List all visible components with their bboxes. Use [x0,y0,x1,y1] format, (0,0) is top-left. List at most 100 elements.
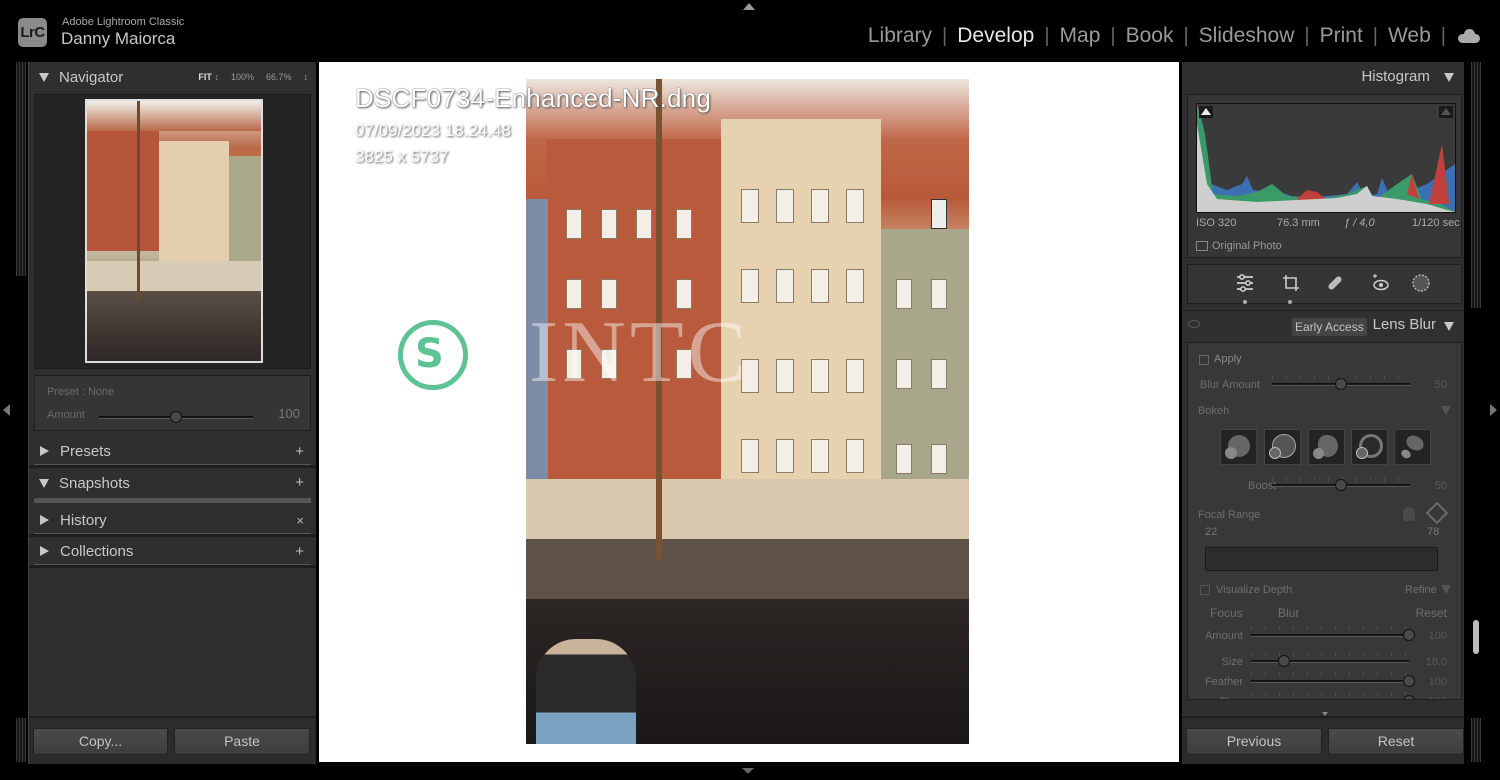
module-map[interactable]: Map [1060,24,1101,48]
navigator-thumbnail[interactable] [85,99,263,363]
bokeh-cat-eye-option[interactable] [1394,429,1431,465]
navigator-header[interactable]: Navigator FIT ↕ 100% 66.7% ↕ [29,62,316,92]
refine-reset-button[interactable]: Reset [1416,606,1447,620]
flow-value[interactable]: 100 [1429,696,1447,699]
preset-amount-slider-thumb[interactable] [170,411,182,423]
add-preset-icon[interactable]: + [295,443,304,460]
histogram-header[interactable]: Histogram [1182,62,1464,92]
collapse-filmstrip-arrow-icon[interactable] [742,768,754,774]
focus-brush-button[interactable]: Focus [1210,606,1243,620]
snapshots-section-header[interactable]: Snapshots + [29,468,316,499]
lightroom-logo: LrC [18,18,47,47]
left-panel-grip[interactable] [16,62,26,276]
focal-range-depth-bar[interactable] [1205,547,1438,571]
bokeh-bubble-option[interactable] [1264,429,1301,465]
histogram-graph[interactable] [1196,103,1456,213]
user-name[interactable]: Danny Maiorca [61,29,175,49]
edit-active-dot [1243,300,1247,304]
refine-disclosure-icon[interactable] [1441,585,1451,594]
apply-checkbox[interactable] [1199,355,1209,365]
collapse-left-panel-arrow-icon[interactable] [3,404,10,416]
bokeh-blade-option[interactable] [1308,429,1345,465]
subject-select-icon[interactable] [1403,507,1415,521]
bokeh-ring-option[interactable] [1351,429,1388,465]
histogram-svg [1197,104,1455,212]
module-develop[interactable]: Develop [957,24,1034,48]
left-panel-grip-bottom[interactable] [16,718,26,762]
red-eye-icon[interactable] [1369,273,1391,295]
add-snapshot-icon[interactable]: + [295,474,304,491]
navigator-zoom-options: FIT ↕ 100% 66.7% ↕ [198,72,308,82]
size-value[interactable]: 18,0 [1426,656,1447,668]
boost-slider-thumb[interactable] [1335,479,1347,491]
history-section-header[interactable]: History × [29,506,316,537]
collections-title: Collections [60,542,134,560]
amount-slider-thumb[interactable] [1403,629,1415,641]
module-book[interactable]: Book [1126,24,1174,48]
crop-icon[interactable] [1280,273,1302,295]
image-canvas[interactable]: DSCF0734-Enhanced-NR.dng 07/09/2023 18.2… [319,62,1179,762]
blur-amount-value[interactable]: 50 [1435,379,1447,391]
module-library[interactable]: Library [868,24,932,48]
healing-bandage-icon[interactable] [1324,273,1346,295]
feather-slider[interactable] [1251,680,1409,683]
collapse-top-panel-arrow-icon[interactable] [743,3,755,10]
point-select-target-icon[interactable] [1425,501,1449,525]
masking-icon[interactable] [1410,273,1432,295]
highlight-clipping-indicator[interactable] [1439,106,1453,118]
module-slideshow[interactable]: Slideshow [1199,24,1295,48]
right-panel-grip-bottom[interactable] [1471,718,1481,762]
feather-slider-thumb[interactable] [1403,675,1415,687]
size-slider[interactable] [1251,660,1409,663]
visualize-depth-checkbox[interactable] [1200,585,1210,595]
flow-slider-thumb[interactable] [1403,695,1415,699]
copy-settings-button[interactable]: Copy... [33,728,168,755]
size-slider-thumb[interactable] [1278,655,1291,667]
module-web[interactable]: Web [1388,24,1431,48]
watermark-text: INTC [529,304,751,401]
module-picker: Library | Develop | Map | Book | Slidesh… [868,24,1480,48]
feather-value[interactable]: 100 [1429,676,1447,688]
visualize-depth-label: Visualize Depth [1216,584,1293,596]
blur-amount-slider-thumb[interactable] [1335,378,1347,390]
expand-triangle-icon [39,479,49,488]
zoom-more-arrows-icon[interactable]: ↕ [304,72,309,82]
original-photo-toggle[interactable]: Original Photo [1196,240,1282,252]
navigator-preview[interactable] [34,94,311,369]
photo-preview[interactable] [526,79,969,744]
shadow-clipping-indicator[interactable] [1199,106,1213,118]
module-print[interactable]: Print [1320,24,1363,48]
zoom-100[interactable]: 100% [231,72,254,82]
lens-blur-header[interactable]: Early Access Lens Blur [1182,310,1464,340]
edit-sliders-icon[interactable] [1234,273,1256,295]
right-panel-scrollbar[interactable] [1473,620,1479,654]
right-panel-grip[interactable] [1471,62,1481,308]
presets-section-header[interactable]: Presets + [29,437,316,468]
exif-aperture: ƒ / 4,0 [1344,217,1375,229]
boost-value[interactable]: 50 [1435,480,1447,492]
bokeh-circle-option[interactable] [1220,429,1257,465]
cloud-icon[interactable] [1458,29,1480,43]
panel-visibility-eye-icon[interactable] [1188,320,1200,328]
top-bar: LrC Adobe Lightroom Classic Danny Maiorc… [0,0,1500,60]
navigator-title: Navigator [59,68,124,86]
right-panel-footer: Previous Reset [1182,712,1464,764]
collapse-right-panel-arrow-icon[interactable] [1490,404,1497,416]
size-ticks [1251,652,1409,657]
paste-settings-button[interactable]: Paste [174,728,310,755]
blur-brush-button[interactable]: Blur [1278,606,1299,620]
zoom-fit[interactable]: FIT ↕ [198,72,219,82]
amount-slider[interactable] [1251,634,1409,637]
amount-value[interactable]: 100 [1429,630,1447,642]
previous-button[interactable]: Previous [1186,728,1322,755]
collections-section-header[interactable]: Collections + [29,537,316,568]
original-photo-checkbox[interactable] [1196,241,1208,251]
preset-amount-value[interactable]: 100 [278,406,300,421]
clear-history-icon[interactable]: × [296,513,304,528]
bokeh-disclosure-icon[interactable] [1441,406,1451,415]
lens-blur-panel: Apply Blur Amount 50 Bokeh Boost 50 Foca… [1187,342,1462,700]
refine-label[interactable]: Refine [1405,584,1437,596]
add-collection-icon[interactable]: + [295,543,304,560]
zoom-custom[interactable]: 66.7% [266,72,292,82]
reset-button[interactable]: Reset [1328,728,1464,755]
